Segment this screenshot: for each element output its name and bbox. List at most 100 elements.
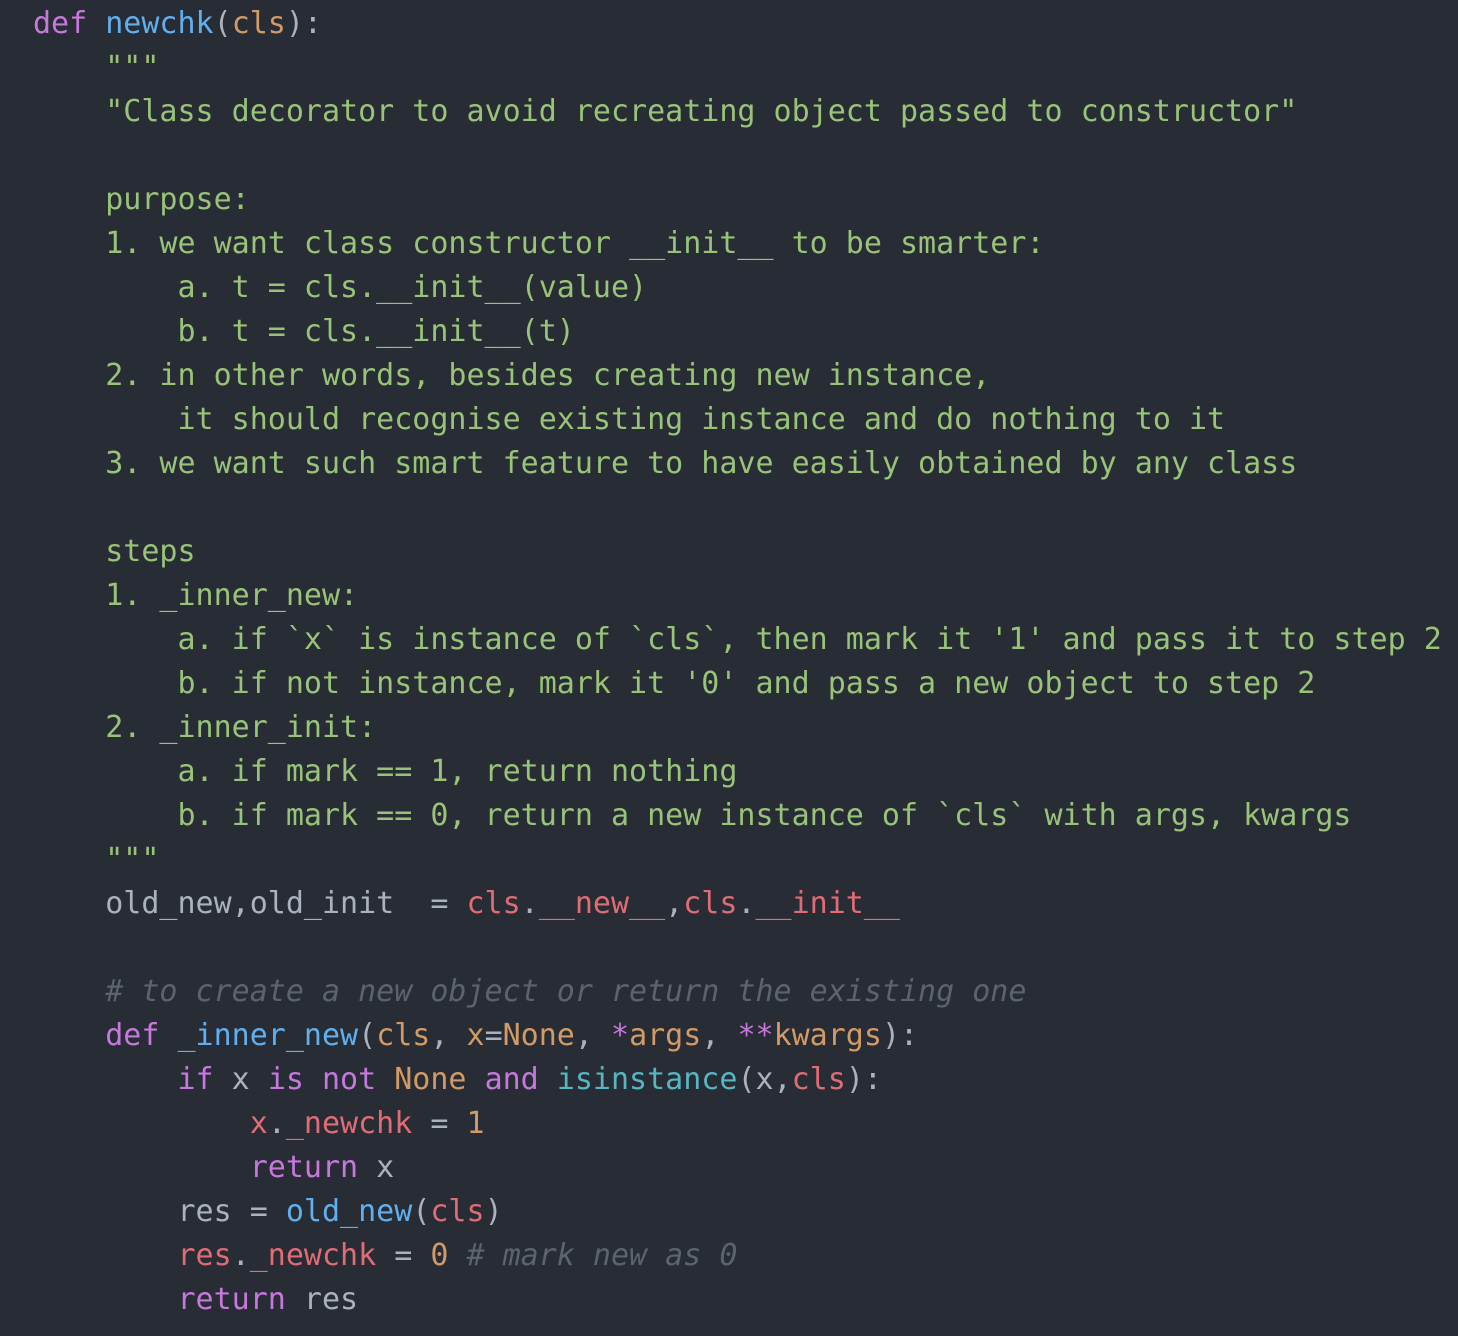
code-token: cls [430, 1194, 485, 1229]
code-line: ​ [33, 486, 1458, 530]
code-token: is [267, 1062, 304, 1097]
code-token: # mark new as 0 [466, 1238, 738, 1273]
code-token: # to create a new object or return the e… [33, 974, 1027, 1009]
code-token: . [737, 886, 756, 921]
code-line: def newchk(cls): [33, 2, 1458, 46]
code-token: 1. _inner_new: [33, 578, 359, 613]
code-line: 2. in other words, besides creating new … [33, 354, 1458, 398]
code-token: a. if `x` is instance of `cls`, then mar… [33, 622, 1442, 657]
code-token: ( [412, 1194, 431, 1229]
code-token: cls [791, 1062, 846, 1097]
code-token: return [249, 1150, 359, 1185]
code-token: 1 [466, 1106, 485, 1141]
code-token: ** [737, 1018, 774, 1053]
code-token: , [665, 886, 684, 921]
code-token: old_new,old_init = [33, 886, 467, 921]
code-line: purpose: [33, 178, 1458, 222]
code-token: old_new [285, 1194, 413, 1229]
code-token: res [285, 1282, 359, 1317]
code-token: . [267, 1106, 286, 1141]
code-line: a. if mark == 1, return nothing [33, 750, 1458, 794]
code-token: None [394, 1062, 467, 1097]
code-token: 2. in other words, besides creating new … [33, 358, 991, 393]
code-line: res._newchk = 0 # mark new as 0 [33, 1234, 1458, 1278]
code-token: kwargs [773, 1018, 882, 1053]
code-line: 3. we want such smart feature to have ea… [33, 442, 1458, 486]
code-token: a. t = cls.__init__(value) [33, 270, 648, 305]
code-token: """ [33, 50, 160, 85]
code-editor[interactable]: def newchk(cls): """ "Class decorator to… [0, 0, 1458, 1336]
code-token: it should recognise existing instance an… [33, 402, 1226, 437]
code-token: _inner_new [177, 1018, 359, 1053]
code-token: 3. we want such smart feature to have ea… [33, 446, 1298, 481]
code-line: x._newchk = 1 [33, 1102, 1458, 1146]
code-line: """ [33, 838, 1458, 882]
code-line: return x [33, 1146, 1458, 1190]
code-token: , [701, 1018, 738, 1053]
code-token: _newchk [285, 1106, 413, 1141]
code-line: 1. _inner_new: [33, 574, 1458, 618]
code-token: steps [33, 534, 196, 569]
code-token: cls [376, 1018, 431, 1053]
code-token: cls [231, 6, 286, 41]
code-lines: def newchk(cls): """ "Class decorator to… [33, 2, 1458, 1322]
code-token: . [231, 1238, 250, 1273]
code-token: isinstance [556, 1062, 738, 1097]
code-token: b. if not instance, mark it '0' and pass… [33, 666, 1316, 701]
code-token: res [177, 1238, 232, 1273]
code-token: (x, [737, 1062, 792, 1097]
code-line: b. if mark == 0, return a new instance o… [33, 794, 1458, 838]
code-token: __new__ [538, 886, 666, 921]
code-token: and [484, 1062, 539, 1097]
code-token: """ [33, 842, 160, 877]
code-token: * [611, 1018, 630, 1053]
code-token: 2. _inner_init: [33, 710, 377, 745]
code-line: 2. _inner_init: [33, 706, 1458, 750]
code-token: b. if mark == 0, return a new instance o… [33, 798, 1352, 833]
code-line: if x is not None and isinstance(x,cls): [33, 1058, 1458, 1102]
code-line: steps [33, 530, 1458, 574]
code-token: purpose: [33, 182, 250, 217]
code-token: if [177, 1062, 214, 1097]
code-line: b. t = cls.__init__(t) [33, 310, 1458, 354]
code-token: a. if mark == 1, return nothing [33, 754, 738, 789]
code-line: ​ [33, 926, 1458, 970]
code-token: ): [845, 1062, 882, 1097]
code-token: x [358, 1150, 395, 1185]
code-line: ​ [33, 134, 1458, 178]
code-token: def [33, 6, 88, 41]
code-line: res = old_new(cls) [33, 1190, 1458, 1234]
code-token: , [574, 1018, 611, 1053]
code-token: = [412, 1106, 467, 1141]
code-token: b. t = cls.__init__(t) [33, 314, 575, 349]
code-line: a. if `x` is instance of `cls`, then mar… [33, 618, 1458, 662]
code-token: def [105, 1018, 160, 1053]
code-token: _newchk [249, 1238, 377, 1273]
code-token: not [322, 1062, 377, 1097]
code-line: it should recognise existing instance an… [33, 398, 1458, 442]
code-token: "Class decorator to avoid recreating obj… [33, 94, 1298, 129]
code-token: res = [33, 1194, 286, 1229]
code-token: = [484, 1018, 503, 1053]
code-token: __init__ [755, 886, 900, 921]
code-line: "Class decorator to avoid recreating obj… [33, 90, 1458, 134]
code-line: """ [33, 46, 1458, 90]
code-token: newchk [105, 6, 214, 41]
code-token: ( [213, 6, 232, 41]
code-token: cls [683, 886, 738, 921]
code-line: old_new,old_init = cls.__new__,cls.__ini… [33, 882, 1458, 926]
code-token: ): [881, 1018, 919, 1053]
code-line: def _inner_new(cls, x=None, *args, **kwa… [33, 1014, 1458, 1058]
code-line: b. if not instance, mark it '0' and pass… [33, 662, 1458, 706]
code-token: args [629, 1018, 702, 1053]
code-token: , [430, 1018, 467, 1053]
